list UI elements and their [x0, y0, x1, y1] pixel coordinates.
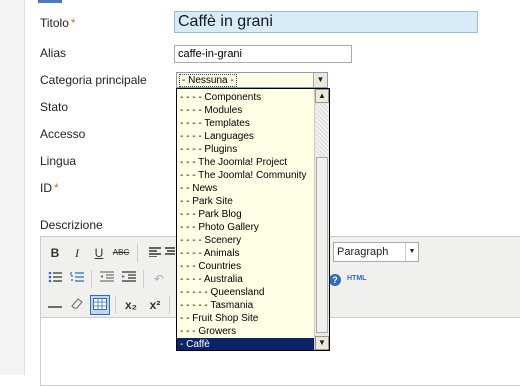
category-label: Categoria principale — [40, 73, 147, 87]
category-option[interactable]: - - - The Joomla! Project — [177, 156, 314, 169]
id-label: ID * — [40, 181, 59, 195]
category-select[interactable]: - Nessuna - ▼ — [176, 72, 328, 88]
category-option[interactable]: - - - - Australia — [177, 273, 314, 286]
category-option[interactable]: - - Park Site — [177, 195, 314, 208]
numbered-list-icon[interactable] — [67, 269, 87, 289]
category-option[interactable]: - - - Countries — [177, 260, 314, 273]
category-dropdown-list[interactable]: - - - - Components - - - - Modules - - - -… — [176, 88, 330, 351]
italic-button[interactable]: I — [67, 243, 87, 263]
scroll-down-arrow-icon[interactable]: ▼ — [315, 336, 329, 350]
horizontal-rule-icon[interactable] — [45, 295, 65, 315]
category-option[interactable]: - - - - Templates — [177, 117, 314, 130]
category-option[interactable]: - Caffè — [177, 338, 314, 350]
category-selected-value: - Nessuna - — [179, 74, 237, 87]
html-source-button[interactable]: HTML — [347, 275, 366, 282]
access-label: Accesso — [40, 127, 86, 141]
category-option[interactable]: - - - - - Tasmania — [177, 299, 314, 312]
scrollbar-thumb[interactable] — [316, 157, 328, 333]
top-tab-fragment — [38, 0, 62, 3]
bullet-list-icon[interactable] — [45, 269, 65, 289]
undo-icon[interactable]: ↶ — [149, 269, 169, 289]
chevron-down-icon: ▼ — [405, 243, 418, 261]
state-label: Stato — [40, 100, 69, 114]
title-label: Titolo * — [40, 16, 76, 30]
category-option[interactable]: - - - Growers — [177, 325, 314, 338]
category-option[interactable]: - - - - Modules — [177, 104, 314, 117]
toolbar-separator — [91, 270, 92, 288]
toolbar-separator — [143, 270, 144, 288]
category-option[interactable]: - - - The Joomla! Community — [177, 169, 314, 182]
alias-label: Alias — [40, 46, 67, 60]
category-option[interactable]: - - - Photo Gallery — [177, 221, 314, 234]
eraser-icon[interactable] — [67, 295, 87, 315]
category-option[interactable]: - - - - Plugins — [177, 143, 314, 156]
toolbar-separator — [115, 296, 116, 314]
category-option[interactable]: - - - - Animals — [177, 247, 314, 260]
language-label: Lingua — [40, 154, 77, 168]
left-rail — [0, 0, 25, 375]
dropdown-scrollbar[interactable]: ▲ ▼ — [314, 89, 329, 350]
scroll-up-arrow-icon[interactable]: ▲ — [315, 89, 329, 103]
required-marker: * — [54, 181, 59, 195]
bold-button[interactable]: B — [45, 243, 65, 263]
subscript-button[interactable]: x₂ — [121, 295, 141, 315]
alias-input[interactable] — [174, 45, 352, 63]
superscript-button[interactable]: x² — [145, 295, 165, 315]
align-left-icon[interactable] — [145, 243, 165, 263]
indent-icon[interactable] — [119, 269, 139, 289]
category-option[interactable]: - - News — [177, 182, 314, 195]
category-option[interactable]: - - - Park Blog — [177, 208, 314, 221]
help-icon[interactable]: ? — [329, 274, 341, 286]
scrollbar-track — [316, 104, 328, 156]
category-option[interactable]: - - - - Languages — [177, 130, 314, 143]
outdent-icon[interactable] — [97, 269, 117, 289]
category-option[interactable]: - - Fruit Shop Site — [177, 312, 314, 325]
category-option[interactable]: - - - - - Queensland — [177, 286, 314, 299]
toolbar-separator — [137, 244, 138, 262]
category-option[interactable]: - - - - Components — [177, 91, 314, 104]
toolbar-separator — [169, 296, 170, 314]
title-input[interactable] — [174, 11, 478, 33]
description-label: Descrizione — [40, 218, 103, 232]
required-marker: * — [70, 16, 76, 30]
strikethrough-button[interactable]: ABC — [111, 243, 131, 263]
align-center-icon[interactable] — [165, 243, 175, 263]
underline-button[interactable]: U — [89, 243, 109, 263]
category-option[interactable]: - - - - Scenery — [177, 234, 314, 247]
table-icon[interactable] — [90, 295, 110, 315]
chevron-down-icon[interactable]: ▼ — [313, 73, 327, 87]
format-select[interactable]: Paragraph ▼ — [333, 242, 419, 262]
